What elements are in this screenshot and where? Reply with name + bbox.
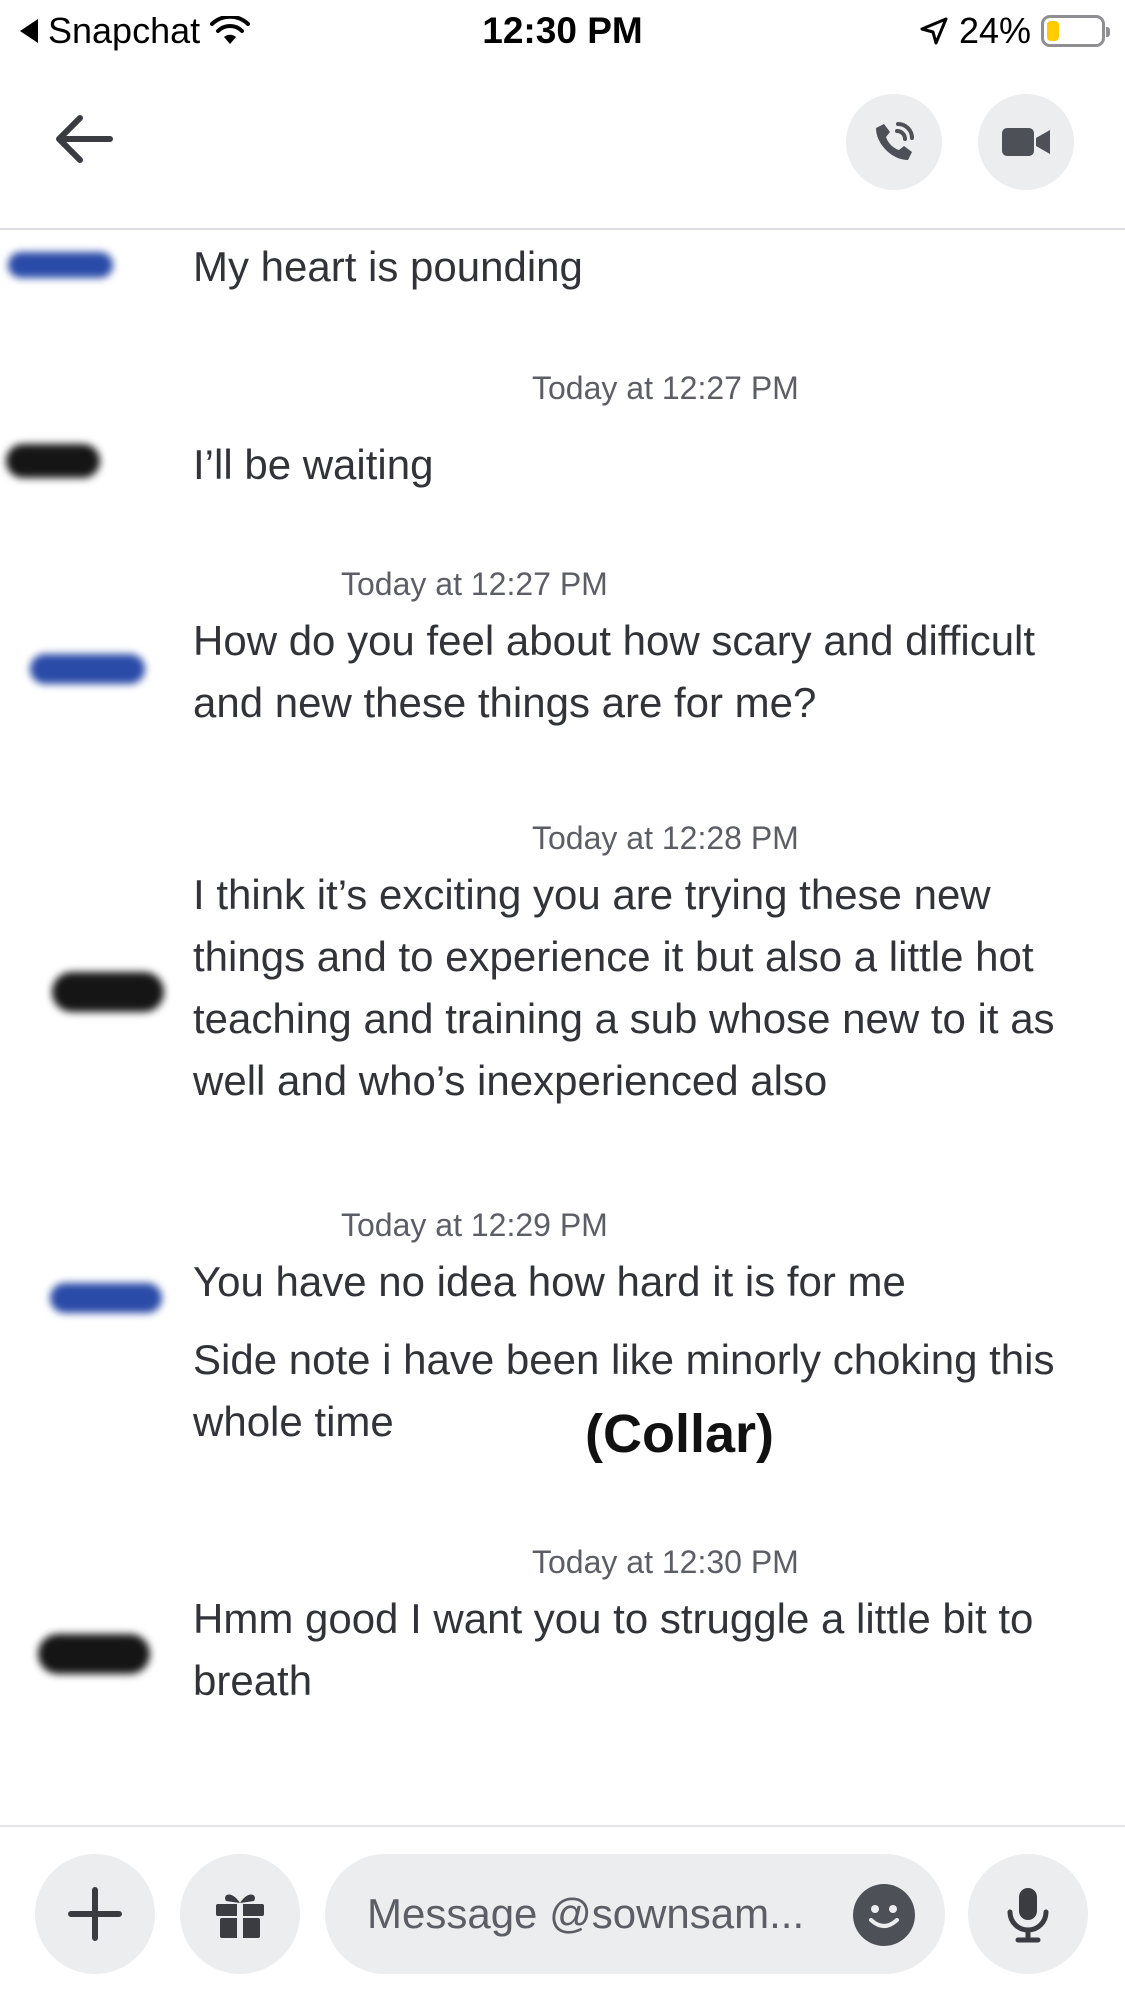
status-right: 24%	[919, 10, 1110, 52]
message-text: I’ll be waiting	[193, 441, 434, 488]
status-bar: Snapchat 12:30 PM 24%	[0, 0, 1125, 64]
back-button[interactable]	[50, 104, 120, 174]
message-composer	[0, 1825, 1125, 2001]
message-timestamp: Today at 12:27 PM	[532, 370, 799, 406]
annotation-label: (Collar)	[585, 1404, 774, 1464]
avatar	[50, 1283, 162, 1313]
arrow-left-icon	[56, 115, 113, 163]
attach-button[interactable]	[35, 1854, 155, 1974]
gift-icon	[216, 1894, 264, 1938]
voice-message-button[interactable]	[968, 1854, 1088, 1974]
message-timestamp: Today at 12:27 PM	[341, 566, 608, 602]
microphone-icon	[1007, 1888, 1049, 1943]
video-call-button[interactable]	[978, 94, 1074, 190]
video-camera-icon	[1002, 128, 1050, 156]
chat-header	[0, 64, 1125, 230]
message-timestamp: Today at 12:28 PM	[532, 820, 799, 856]
plus-icon	[68, 1887, 122, 1941]
avatar	[8, 252, 113, 278]
battery-percent: 24%	[958, 10, 1031, 51]
message-timestamp: Today at 12:30 PM	[532, 1544, 799, 1580]
emoji-button[interactable]	[853, 1884, 915, 1946]
battery-icon	[1041, 15, 1110, 47]
voice-call-button[interactable]	[846, 94, 942, 190]
battery-level	[1047, 21, 1060, 41]
avatar	[30, 654, 145, 684]
gift-button[interactable]	[180, 1854, 300, 1974]
message-text: I think it’s exciting you are trying the…	[193, 871, 1055, 1104]
avatar	[38, 1634, 150, 1674]
message-text: My heart is pounding	[193, 243, 583, 290]
phone-call-icon	[876, 122, 914, 160]
avatar	[6, 444, 100, 478]
message-list[interactable]: My heart is pounding Today at 12:27 PM I…	[0, 230, 1125, 1825]
emoji-icon	[869, 1905, 899, 1928]
avatar	[52, 972, 164, 1012]
message-text: You have no idea how hard it is for me	[193, 1258, 906, 1305]
message-text: How do you feel about how scary and diff…	[193, 617, 1036, 726]
message-timestamp: Today at 12:29 PM	[341, 1207, 608, 1243]
message-input[interactable]	[325, 1854, 945, 1974]
location-arrow-icon	[920, 17, 948, 45]
message-text: Hmm good I want you to struggle a little…	[193, 1595, 1034, 1704]
